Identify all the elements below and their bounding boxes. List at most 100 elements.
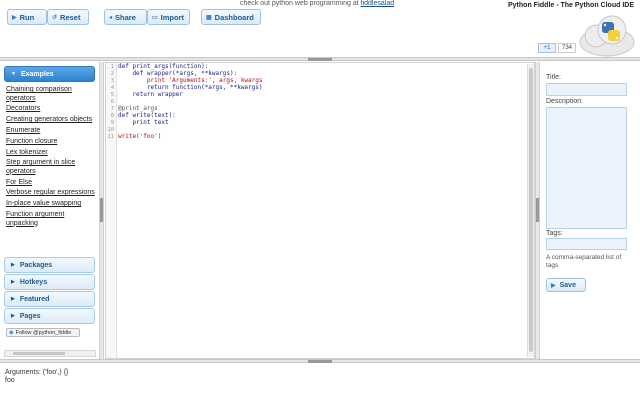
- example-link[interactable]: Verbose regular expressions: [6, 189, 95, 198]
- import-button[interactable]: ▭ Import: [147, 9, 190, 25]
- example-link[interactable]: Enumerate: [6, 127, 95, 136]
- right-splitter[interactable]: [535, 62, 540, 359]
- output-console: Arguments: ('foo',) {} foo: [0, 364, 640, 400]
- editor-vertical-scrollbar[interactable]: [527, 64, 534, 357]
- code-line: def wrapper(*args, **kwargs):: [118, 70, 238, 77]
- output-line: Arguments: ('foo',) {}: [5, 369, 69, 376]
- promo-text: check out python web programming at fidd…: [240, 0, 394, 7]
- example-link[interactable]: Creating generators objects: [6, 116, 95, 125]
- example-link[interactable]: In-place value swapping: [6, 200, 95, 209]
- line-number: 11: [107, 134, 114, 140]
- save-label: Save: [559, 281, 576, 289]
- share-label: Share: [115, 12, 136, 22]
- line-number: 4: [110, 85, 114, 91]
- right-splitter-grip: [536, 198, 539, 222]
- follow-twitter-button[interactable]: ◆ Follow @python_fiddle: [6, 328, 80, 337]
- example-link[interactable]: For Else: [6, 179, 95, 188]
- example-link[interactable]: Chaining comparison operators: [6, 86, 95, 103]
- dashboard-button[interactable]: ▦ Dashboard: [201, 9, 261, 25]
- examples-list: Chaining comparison operators Decorators…: [6, 86, 95, 230]
- hotkeys-panel-header[interactable]: ▶ Hotkeys: [4, 274, 95, 290]
- scrollbar-thumb[interactable]: [529, 68, 533, 352]
- left-splitter-grip: [100, 198, 103, 222]
- examples-label: Examples: [20, 70, 54, 78]
- left-splitter[interactable]: [99, 62, 104, 359]
- line-number: 2: [110, 71, 114, 77]
- pages-label: Pages: [19, 312, 41, 320]
- example-link[interactable]: Function closure: [6, 138, 95, 147]
- line-number: 6: [110, 99, 114, 105]
- code-line: write('foo'): [118, 133, 162, 140]
- title-label: Title:: [546, 74, 561, 81]
- reset-icon: ↺: [52, 14, 58, 21]
- description-textarea[interactable]: [546, 107, 627, 229]
- line-number: 10: [107, 127, 114, 133]
- save-icon: ▶: [551, 282, 556, 289]
- top-splitter-grip: [308, 58, 332, 61]
- chevron-right-icon: ▶: [11, 296, 15, 302]
- pages-panel-header[interactable]: ▶ Pages: [4, 308, 95, 324]
- share-button[interactable]: ◂ Share: [104, 9, 147, 25]
- follow-label: Follow @python_fiddle: [15, 329, 72, 336]
- example-link[interactable]: Step argument in slice operators: [6, 159, 95, 176]
- output-line: foo: [5, 377, 15, 384]
- code-line: return function(*args, **kwargs): [118, 84, 263, 91]
- code-line: @print_args: [118, 105, 158, 112]
- code-line: print text: [118, 119, 169, 126]
- tags-input[interactable]: [546, 238, 627, 250]
- like-button[interactable]: +1: [538, 43, 556, 53]
- play-icon: ▶: [12, 14, 17, 21]
- fiddle-details-form: Title: Description: Tags: A comma-separa…: [541, 62, 640, 359]
- python-cloud-logo: [579, 15, 635, 57]
- description-label: Description:: [546, 98, 583, 105]
- reset-label: Reset: [60, 12, 81, 22]
- code-line: def print_args(function):: [118, 63, 209, 70]
- examples-panel-header[interactable]: ▼ Examples: [4, 66, 95, 82]
- chevron-right-icon: ▶: [11, 313, 15, 319]
- bottom-splitter[interactable]: [0, 359, 640, 363]
- twitter-bird-icon: ◆: [9, 330, 14, 336]
- promo-message: check out python web programming at: [240, 0, 359, 7]
- packages-label: Packages: [19, 261, 53, 269]
- dashboard-label: Dashboard: [214, 12, 254, 22]
- code-editor[interactable]: 1 2 3 4 5 6 7 8 9 10 11 def print_args(f…: [105, 62, 535, 359]
- example-link[interactable]: Decorators: [6, 105, 95, 114]
- run-button[interactable]: ▶ Run: [7, 9, 47, 25]
- line-number: 3: [110, 78, 114, 84]
- top-splitter[interactable]: [0, 57, 640, 61]
- line-number: 5: [110, 92, 114, 98]
- code-line: print 'Arguments:', args, kwargs: [118, 77, 263, 84]
- example-link[interactable]: Lex tokenizer: [6, 149, 95, 158]
- scrollbar-thumb[interactable]: [13, 352, 65, 355]
- fiddlesalad-link[interactable]: fiddlesalad: [361, 0, 394, 7]
- top-toolbar: ▶ Run ↺ Reset ◂ Share ▭ Import ▦ Dashboa…: [0, 0, 640, 58]
- code-line: return wrapper: [118, 91, 184, 98]
- example-link[interactable]: Function argument unpacking: [6, 211, 95, 228]
- featured-panel-header[interactable]: ▶ Featured: [4, 291, 95, 307]
- brand-title: Python Fiddle - The Python Cloud IDE: [508, 2, 634, 9]
- line-number: 8: [110, 113, 114, 119]
- line-number: 9: [110, 120, 114, 126]
- title-input[interactable]: [546, 83, 627, 96]
- dashboard-icon: ▦: [206, 14, 212, 21]
- import-icon: ▭: [152, 14, 158, 21]
- line-number-gutter: 1 2 3 4 5 6 7 8 9 10 11: [106, 63, 117, 358]
- import-label: Import: [160, 12, 185, 22]
- chevron-right-icon: ▶: [11, 262, 15, 268]
- hotkeys-label: Hotkeys: [19, 278, 48, 286]
- code-line: def write(text):: [118, 112, 176, 119]
- bottom-splitter-grip: [308, 360, 332, 363]
- tags-help-text: A comma-separated list of tags: [546, 254, 622, 269]
- featured-label: Featured: [19, 295, 50, 303]
- tags-label: Tags:: [546, 230, 563, 237]
- chevron-right-icon: ▶: [11, 279, 15, 285]
- run-label: Run: [19, 12, 35, 22]
- save-button[interactable]: ▶ Save: [546, 278, 586, 292]
- reset-button[interactable]: ↺ Reset: [47, 9, 89, 25]
- chevron-down-icon: ▼: [11, 71, 16, 77]
- sidebar-horizontal-scrollbar[interactable]: [4, 350, 96, 357]
- thumbs-up-icon: +1: [543, 45, 551, 51]
- share-icon: ◂: [109, 14, 113, 21]
- line-number: 1: [110, 64, 114, 70]
- packages-panel-header[interactable]: ▶ Packages: [4, 257, 95, 273]
